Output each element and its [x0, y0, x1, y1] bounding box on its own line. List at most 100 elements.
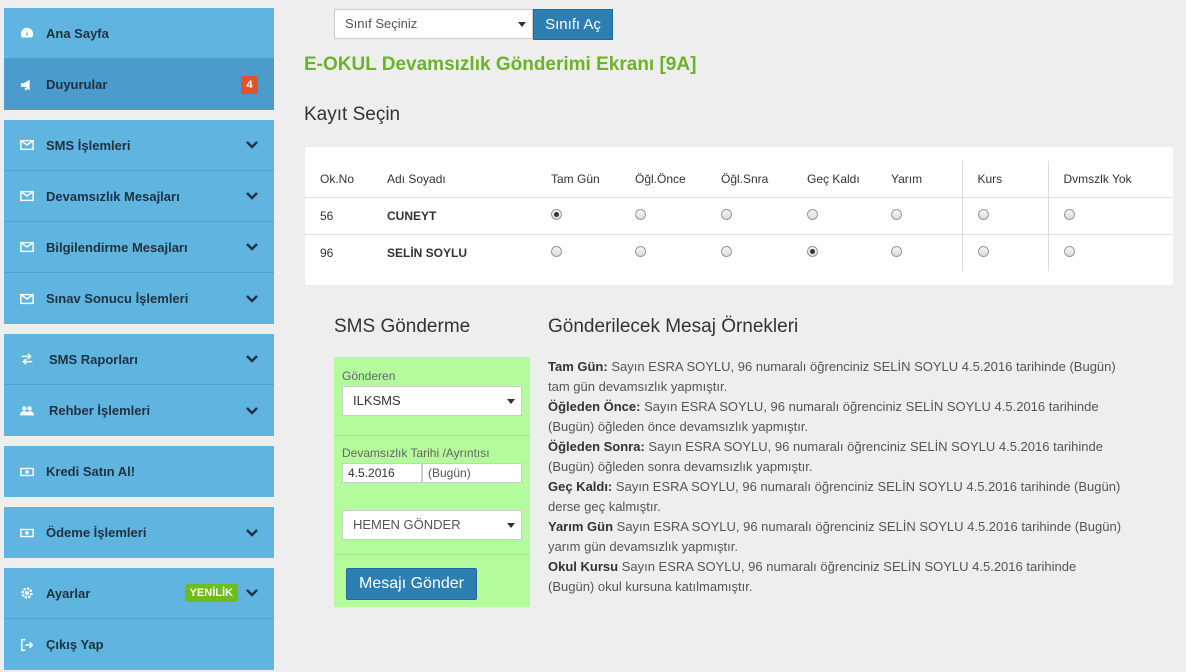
radio-yarim[interactable]: [891, 245, 902, 257]
sidebar-group-sms: SMS İşlemleri Devamsızlık Mesajları Bilg…: [4, 120, 274, 324]
users-icon: [20, 404, 34, 418]
column-header: Yarım: [876, 161, 962, 198]
megaphone-icon: [20, 78, 34, 92]
cell: [706, 234, 792, 271]
divider: [334, 554, 530, 555]
sidebar-item-label: Sınav Sonucu İşlemleri: [46, 291, 189, 306]
chevron-down-icon: [246, 294, 258, 303]
sidebar-item-devamsizlik-mesajlari[interactable]: Devamsızlık Mesajları: [4, 171, 274, 222]
radio-kurs[interactable]: [977, 245, 989, 257]
sidebar-item-sms-raporlari[interactable]: SMS Raporları: [4, 334, 274, 385]
message-example: Öğleden Önce: Sayın ESRA SOYLU, 96 numar…: [548, 397, 1123, 437]
sender-select-value: ILKSMS: [353, 393, 401, 408]
radio-ogl-sonra[interactable]: [721, 245, 732, 257]
sidebar-item-label: Ana Sayfa: [46, 25, 109, 41]
message-type-label: Öğleden Önce:: [548, 399, 641, 414]
message-text: Sayın ESRA SOYLU, 96 numaralı öğrenciniz…: [548, 359, 1116, 394]
sidebar-group-credit: Kredi Satın Al!: [4, 446, 274, 497]
sidebar-item-label: Ödeme İşlemleri: [46, 525, 147, 540]
sidebar-group-settings: Ayarlar YENİLİK Çıkış Yap: [4, 568, 274, 670]
records-table-panel: Ok.No Adı Soyadı Tam Gün Öğl.Önce Öğl.Sn…: [305, 147, 1173, 285]
sidebar-item-ayarlar[interactable]: Ayarlar YENİLİK: [4, 568, 274, 619]
sidebar-item-label: Kredi Satın Al!: [46, 464, 136, 479]
caret-down-icon: [518, 22, 526, 27]
date-input[interactable]: 4.5.2016: [342, 463, 422, 483]
radio-dvmszlk-yok[interactable]: [1063, 208, 1075, 220]
table-row: 56 CUNEYT: [305, 197, 1173, 235]
cell: [961, 197, 1048, 235]
cell: [961, 234, 1048, 271]
column-header: Adı Soyadı: [372, 161, 536, 198]
student-name: SELİN SOYLU: [387, 245, 468, 260]
sender-label: Gönderen: [342, 369, 396, 383]
radio-dvmszlk-yok[interactable]: [1063, 245, 1075, 257]
sidebar-item-label: Rehber İşlemleri: [49, 403, 151, 418]
new-feature-badge: YENİLİK: [184, 584, 238, 602]
radio-ogl-once[interactable]: [635, 208, 646, 220]
student-number: 96: [320, 245, 334, 260]
sidebar-item-sinav-sonucu-islemleri[interactable]: Sınav Sonucu İşlemleri: [4, 273, 274, 324]
cell: [1047, 197, 1173, 235]
message-type-label: Tam Gün:: [548, 359, 608, 374]
radio-gec-kaldi[interactable]: [807, 245, 818, 257]
cell: [536, 234, 620, 271]
sidebar-item-ana-sayfa[interactable]: Ana Sayfa: [4, 8, 274, 59]
radio-tam-gun[interactable]: [551, 208, 562, 220]
chevron-down-icon: [246, 589, 258, 597]
cell: [1047, 234, 1173, 271]
message-example: Okul Kursu Sayın ESRA SOYLU, 96 numaralı…: [548, 557, 1123, 597]
sidebar-item-kredi-satin-al[interactable]: Kredi Satın Al!: [4, 446, 274, 497]
cell: [536, 197, 620, 235]
sign-out-icon: [20, 638, 34, 652]
radio-kurs[interactable]: [977, 208, 989, 220]
message-example: Öğleden Sonra: Sayın ESRA SOYLU, 96 numa…: [548, 437, 1123, 477]
radio-ogl-once[interactable]: [635, 245, 646, 257]
sidebar-item-cikis-yap[interactable]: Çıkış Yap: [4, 619, 274, 670]
sidebar-item-duyurular[interactable]: Duyurular 4: [4, 59, 274, 110]
message-example: Tam Gün: Sayın ESRA SOYLU, 96 numaralı ö…: [548, 357, 1123, 397]
sms-send-title: SMS Gönderme: [334, 316, 471, 337]
sidebar-group-reports: SMS Raporları Rehber İşlemleri: [4, 334, 274, 436]
sender-select[interactable]: ILKSMS: [342, 386, 522, 416]
sidebar-item-odeme-islemleri[interactable]: Ödeme İşlemleri: [4, 507, 274, 558]
sidebar-item-label: SMS Raporları: [49, 351, 138, 367]
sms-send-form: Gönderen ILKSMS Devamsızlık Tarihi /Ayrı…: [334, 357, 530, 607]
money-icon: [20, 526, 34, 540]
date-detail-input[interactable]: (Bugün): [422, 463, 522, 483]
chevron-down-icon: [246, 243, 258, 251]
column-header: Ok.No: [305, 161, 372, 198]
divider: [334, 435, 530, 436]
column-header: Öğl.Snra: [706, 161, 792, 198]
message-examples-list: Tam Gün: Sayın ESRA SOYLU, 96 numaralı ö…: [548, 357, 1123, 597]
send-message-button[interactable]: Mesajı Gönder: [346, 568, 477, 600]
class-select[interactable]: Sınıf Seçiniz: [334, 9, 533, 39]
radio-tam-gun[interactable]: [551, 245, 562, 257]
radio-gec-kaldi[interactable]: [807, 208, 818, 220]
envelope-icon: [20, 189, 34, 203]
sidebar-item-sms-islemleri[interactable]: SMS İşlemleri: [4, 120, 274, 171]
chevron-down-icon: [246, 406, 258, 415]
sidebar-group-payment: Ödeme İşlemleri: [4, 507, 274, 558]
cell: [876, 234, 962, 271]
notification-badge: 4: [241, 75, 258, 94]
cell: [792, 197, 876, 235]
open-class-button[interactable]: Sınıfı Aç: [533, 9, 613, 40]
sidebar-item-label: Çıkış Yap: [46, 637, 104, 652]
table-header-row: Ok.No Adı Soyadı Tam Gün Öğl.Önce Öğl.Sn…: [305, 161, 1173, 198]
sidebar-group-home: Ana Sayfa Duyurular 4: [4, 8, 274, 110]
sidebar-item-rehber-islemleri[interactable]: Rehber İşlemleri: [4, 385, 274, 436]
radio-yarim[interactable]: [891, 208, 902, 220]
column-header: Geç Kaldı: [792, 161, 876, 198]
message-examples-title: Gönderilecek Mesaj Örnekleri: [548, 316, 799, 337]
message-text: Sayın ESRA SOYLU, 96 numaralı öğrenciniz…: [548, 479, 1121, 514]
send-timing-select[interactable]: HEMEN GÖNDER: [342, 510, 522, 540]
sidebar-item-bilgilendirme-mesajlari[interactable]: Bilgilendirme Mesajları: [4, 222, 274, 273]
records-title: Kayıt Seçin: [304, 104, 401, 125]
chevron-down-icon: [246, 192, 258, 200]
dashboard-icon: [20, 26, 34, 40]
page-title: E-OKUL Devamsızlık Gönderimi Ekranı [9A]: [304, 54, 697, 75]
message-type-label: Yarım Gün: [548, 519, 614, 534]
sidebar: Ana Sayfa Duyurular 4 SMS İşlemleri Deva…: [4, 8, 274, 672]
envelope-icon: [20, 138, 34, 152]
radio-ogl-sonra[interactable]: [721, 208, 732, 220]
